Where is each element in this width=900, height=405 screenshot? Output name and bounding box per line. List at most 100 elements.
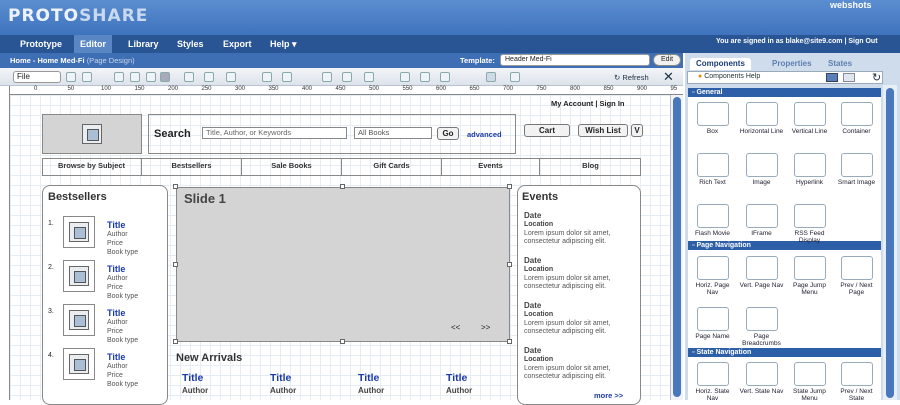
distribute-icon[interactable] bbox=[440, 72, 450, 82]
distribute-icon[interactable] bbox=[364, 72, 374, 82]
selection-handle[interactable] bbox=[340, 184, 345, 189]
search-input[interactable]: Title, Author, or Keywords bbox=[202, 127, 347, 139]
menu-library[interactable]: Library bbox=[122, 38, 165, 50]
scrollbar-thumb[interactable] bbox=[886, 88, 894, 398]
list-view-icon[interactable] bbox=[843, 73, 855, 82]
menu-prototype[interactable]: Prototype bbox=[14, 38, 68, 50]
component-item[interactable]: Prev / Next State bbox=[834, 362, 879, 402]
book-title[interactable]: Title bbox=[107, 264, 125, 274]
component-item[interactable]: Flash Movie bbox=[690, 204, 735, 237]
grid-view-icon[interactable] bbox=[826, 73, 838, 82]
component-item[interactable]: Hyperlink bbox=[787, 153, 832, 186]
component-item[interactable]: Page Name bbox=[690, 307, 735, 340]
undo-icon[interactable] bbox=[66, 72, 76, 82]
component-item[interactable]: IFrame bbox=[739, 204, 784, 237]
component-item[interactable]: State Jump Menu bbox=[787, 362, 832, 402]
selection-handle[interactable] bbox=[173, 262, 178, 267]
component-item[interactable]: Rich Text bbox=[690, 153, 735, 186]
nav-bestsellers[interactable]: Bestsellers bbox=[142, 158, 242, 175]
template-edit-button[interactable]: Edit bbox=[653, 54, 681, 66]
advanced-link[interactable]: advanced bbox=[467, 130, 502, 139]
distribute-icon[interactable] bbox=[322, 72, 332, 82]
selection-handle[interactable] bbox=[173, 339, 178, 344]
selection-handle[interactable] bbox=[507, 184, 512, 189]
section-page-navigation[interactable]: ▫ Page Navigation bbox=[688, 241, 881, 250]
nav-browse[interactable]: Browse by Subject bbox=[42, 158, 142, 175]
arrival-title[interactable]: Title bbox=[446, 372, 467, 384]
book-title[interactable]: Title bbox=[107, 220, 125, 230]
nav-blog[interactable]: Blog bbox=[540, 158, 641, 175]
component-item[interactable]: Horiz. Page Nav bbox=[690, 256, 735, 296]
menu-styles[interactable]: Styles bbox=[171, 38, 210, 50]
align-icon[interactable] bbox=[114, 72, 124, 82]
tab-properties[interactable]: Properties bbox=[766, 58, 818, 70]
signed-in-status[interactable]: You are signed in as blake@site9.com | S… bbox=[716, 38, 878, 45]
wishlist-dropdown[interactable]: V bbox=[631, 124, 643, 137]
component-item[interactable]: Horizontal Line bbox=[739, 102, 784, 135]
refresh-button[interactable]: ↻ Refresh bbox=[614, 73, 649, 82]
component-item[interactable]: Vert. Page Nav bbox=[739, 256, 784, 289]
selection-handle[interactable] bbox=[507, 339, 512, 344]
menu-help[interactable]: Help ▾ bbox=[264, 38, 303, 51]
more-events-link[interactable]: more >> bbox=[594, 391, 623, 400]
cart-button[interactable]: Cart bbox=[524, 124, 570, 137]
component-item[interactable]: Image bbox=[739, 153, 784, 186]
grid-icon[interactable] bbox=[486, 72, 496, 82]
menu-export[interactable]: Export bbox=[217, 38, 258, 50]
unlock-icon[interactable] bbox=[204, 72, 214, 82]
component-item[interactable]: Smart Image bbox=[834, 153, 879, 186]
component-item[interactable]: Page Breadcrumbs bbox=[739, 307, 784, 347]
arrange-icon[interactable] bbox=[282, 72, 292, 82]
panel-scrollbar[interactable] bbox=[883, 85, 897, 400]
align-icon[interactable] bbox=[130, 72, 140, 82]
menu-editor[interactable]: Editor bbox=[74, 35, 112, 53]
component-item[interactable]: Horiz. State Nav bbox=[690, 362, 735, 402]
selection-handle[interactable] bbox=[340, 339, 345, 344]
section-general[interactable]: ▫ General bbox=[688, 88, 881, 97]
component-item[interactable]: Box bbox=[690, 102, 735, 135]
arrange-icon[interactable] bbox=[262, 72, 272, 82]
file-menu-button[interactable]: File bbox=[13, 71, 61, 83]
wishlist-button[interactable]: Wish List bbox=[578, 124, 628, 137]
slideshow[interactable] bbox=[176, 187, 510, 342]
arrival-title[interactable]: Title bbox=[270, 372, 291, 384]
align-icon[interactable] bbox=[160, 72, 170, 82]
nav-sale-books[interactable]: Sale Books bbox=[242, 158, 342, 175]
slide-next[interactable]: >> bbox=[481, 323, 490, 332]
distribute-icon[interactable] bbox=[400, 72, 410, 82]
selection-handle[interactable] bbox=[173, 184, 178, 189]
component-item[interactable]: Vert. State Nav bbox=[739, 362, 784, 395]
distribute-icon[interactable] bbox=[420, 72, 430, 82]
slide-prev[interactable]: << bbox=[451, 323, 460, 332]
distribute-icon[interactable] bbox=[342, 72, 352, 82]
arrival-title[interactable]: Title bbox=[358, 372, 379, 384]
group-icon[interactable] bbox=[226, 72, 236, 82]
component-item[interactable]: Page Jump Menu bbox=[787, 256, 832, 296]
align-icon[interactable] bbox=[146, 72, 156, 82]
redo-icon[interactable] bbox=[82, 72, 92, 82]
selection-handle[interactable] bbox=[507, 262, 512, 267]
category-select[interactable]: All Books bbox=[354, 127, 432, 139]
scrollbar-thumb[interactable] bbox=[673, 97, 681, 397]
nav-gift-cards[interactable]: Gift Cards bbox=[342, 158, 442, 175]
canvas-scrollbar[interactable] bbox=[670, 95, 683, 400]
book-title[interactable]: Title bbox=[107, 308, 125, 318]
arrival-title[interactable]: Title bbox=[182, 372, 203, 384]
nav-events[interactable]: Events bbox=[442, 158, 540, 175]
component-item[interactable]: RSS Feed Display bbox=[787, 204, 832, 244]
component-item[interactable]: Prev / Next Page bbox=[834, 256, 879, 296]
template-select[interactable]: Header Med-Fi bbox=[500, 54, 650, 66]
book-title[interactable]: Title bbox=[107, 352, 125, 362]
refresh-icon[interactable]: ↻ bbox=[872, 71, 881, 84]
go-button[interactable]: Go bbox=[437, 127, 459, 140]
section-state-navigation[interactable]: ▫ State Navigation bbox=[688, 348, 881, 357]
component-item[interactable]: Vertical Line bbox=[787, 102, 832, 135]
tab-states[interactable]: States bbox=[822, 58, 858, 70]
close-icon[interactable]: ✕ bbox=[663, 69, 674, 85]
components-help[interactable]: ● Components Help bbox=[698, 73, 760, 80]
tab-components[interactable]: Components bbox=[690, 58, 751, 70]
component-item[interactable]: Container bbox=[834, 102, 879, 135]
lock-icon[interactable] bbox=[184, 72, 194, 82]
my-account-link[interactable]: My Account | Sign In bbox=[551, 99, 625, 108]
preview-icon[interactable] bbox=[510, 72, 520, 82]
